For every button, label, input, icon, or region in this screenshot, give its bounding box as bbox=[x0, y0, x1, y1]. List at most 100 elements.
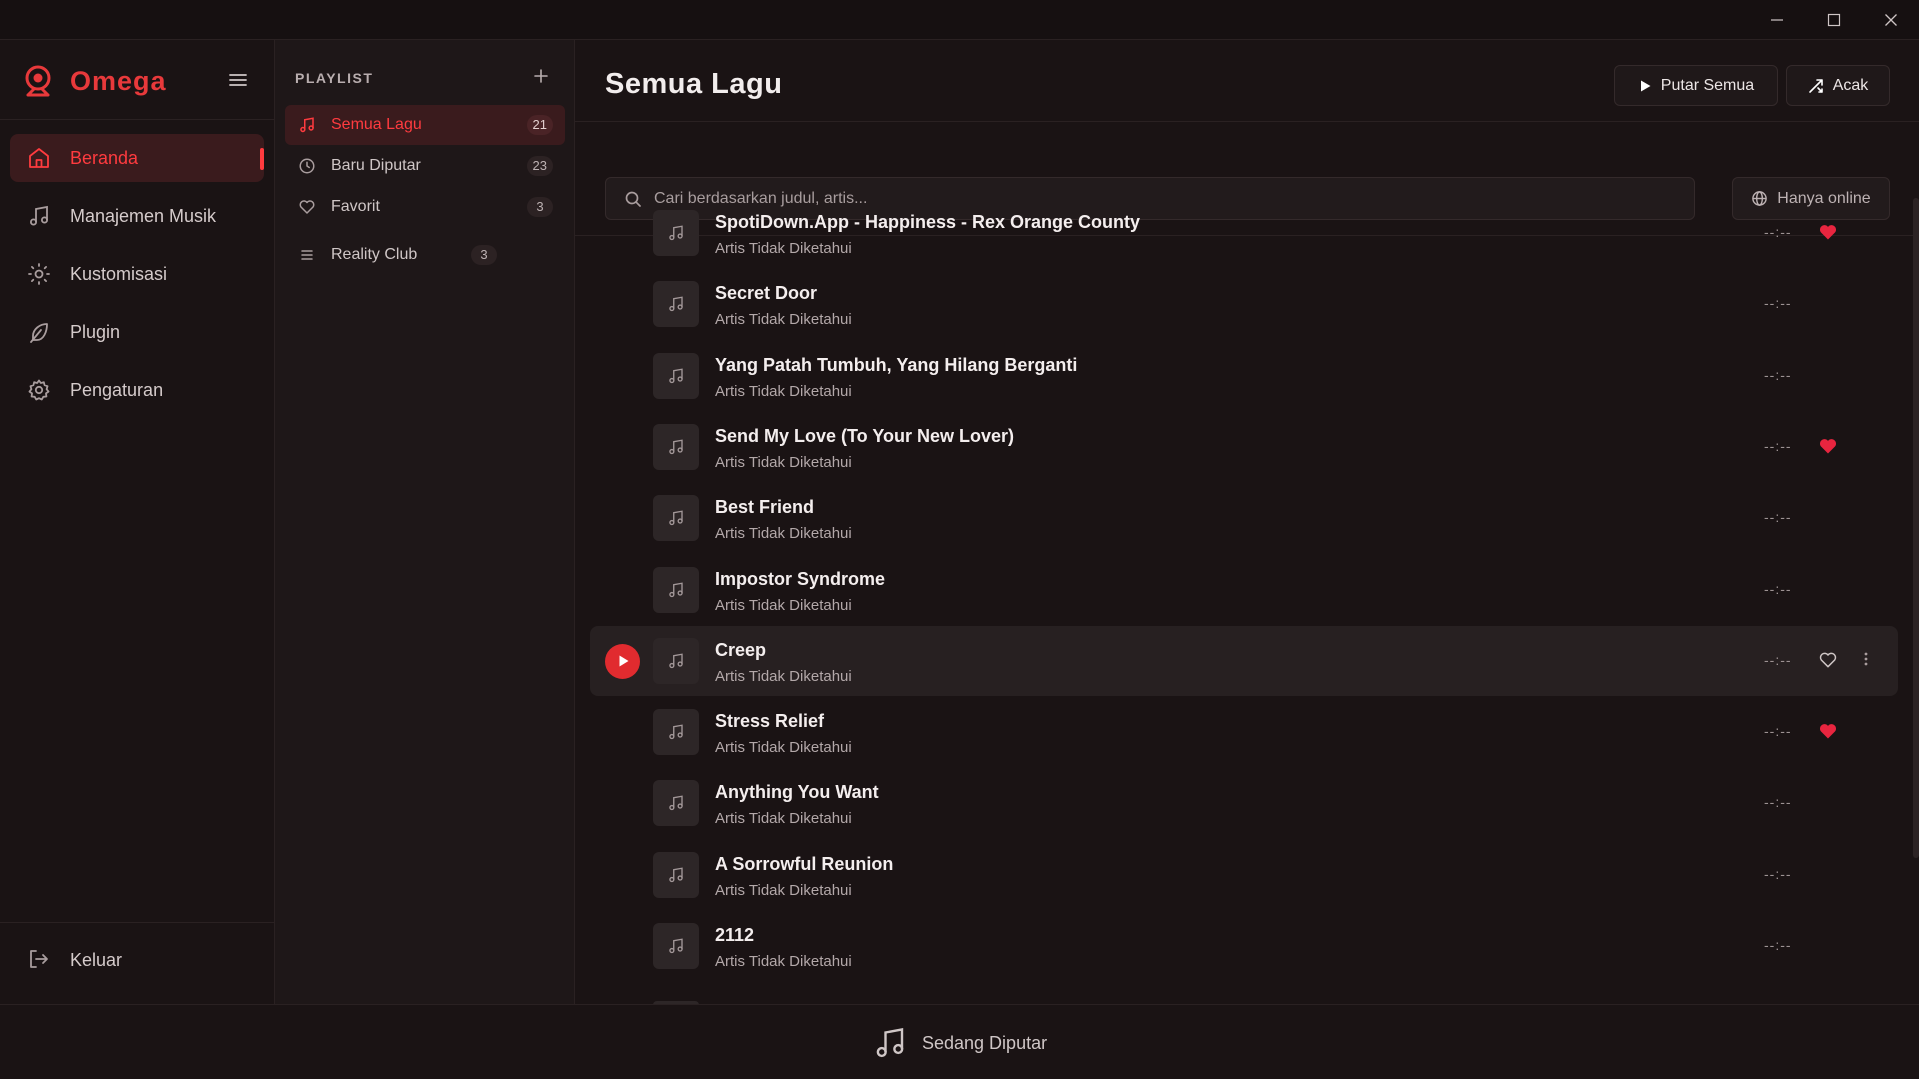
playlist-item-label: Reality Club bbox=[331, 246, 418, 263]
now-playing-bar[interactable]: Sedang Diputar bbox=[0, 1004, 1919, 1079]
song-row[interactable]: SpotiDown.App - Happiness - Rex Orange C… bbox=[590, 198, 1898, 268]
logout-label: Keluar bbox=[70, 949, 123, 970]
song-title: Stress Relief bbox=[715, 711, 825, 732]
play-all-button[interactable]: Putar Semua bbox=[1614, 65, 1778, 106]
song-duration: --:-- bbox=[1764, 937, 1792, 953]
close-icon[interactable] bbox=[1862, 0, 1919, 40]
playlist-count-badge: 3 bbox=[471, 245, 497, 265]
song-title: SpotiDown.App - Happiness - Rex Orange C… bbox=[715, 212, 1141, 232]
song-title: A Sorrowful Reunion bbox=[715, 853, 894, 874]
sidebar-nav: Beranda Manajemen Musik Kustomisasi Plug… bbox=[0, 120, 274, 414]
song-thumbnail bbox=[653, 851, 699, 898]
shuffle-button[interactable]: Acak bbox=[1786, 65, 1890, 106]
song-row[interactable]: Impostor Syndrome Artis Tidak Diketahui --… bbox=[590, 555, 1898, 625]
music-note-icon bbox=[667, 295, 685, 313]
song-row[interactable]: Secret Door Artis Tidak Diketahui --:-- bbox=[590, 269, 1898, 339]
app-name: Omega bbox=[70, 66, 167, 96]
minimize-icon[interactable] bbox=[1748, 0, 1805, 40]
music-note-icon bbox=[667, 794, 685, 812]
song-title: Anything You Want bbox=[715, 782, 879, 803]
sidebar-item-kustomisasi[interactable]: Kustomisasi bbox=[10, 250, 264, 298]
playlist-header: PLAYLIST bbox=[295, 70, 374, 86]
playlist-count-badge: 21 bbox=[526, 115, 553, 135]
playlist-item-label: Baru Diputar bbox=[331, 157, 421, 174]
now-playing-info: Sedang Diputar bbox=[872, 1025, 1047, 1061]
logout-section: Keluar bbox=[0, 922, 274, 1004]
favorite-heart-icon[interactable] bbox=[1818, 436, 1838, 456]
play-song-button[interactable] bbox=[605, 643, 640, 679]
playlist-item-label: Semua Lagu bbox=[331, 116, 422, 133]
sidebar-item-label: Plugin bbox=[70, 321, 121, 342]
menu-icon[interactable] bbox=[228, 72, 248, 88]
sidebar-item-label: Pengaturan bbox=[70, 379, 164, 400]
heart-icon[interactable] bbox=[1818, 650, 1838, 670]
shuffle-label: Acak bbox=[1832, 76, 1869, 94]
song-duration: --:-- bbox=[1764, 865, 1792, 882]
playlist-list: Semua Lagu 21 Baru Diputar 23 Favorit 3 … bbox=[285, 105, 565, 276]
song-thumbnail bbox=[653, 210, 699, 256]
song-artist: Artis Tidak Diketahui bbox=[715, 311, 852, 329]
add-playlist-icon[interactable] bbox=[533, 68, 549, 84]
sidebar-item-label: Manajemen Musik bbox=[70, 205, 217, 226]
sidebar-item-manajemen-musik[interactable]: Manajemen Musik bbox=[10, 192, 264, 240]
clock-icon bbox=[297, 156, 317, 176]
home-icon bbox=[26, 145, 52, 171]
song-duration: --:-- bbox=[1764, 509, 1792, 526]
main-content: Semua Lagu Putar Semua Acak Hanya online bbox=[575, 40, 1919, 1004]
song-artist: Artis Tidak Diketahui bbox=[715, 667, 852, 685]
sidebar-item-plugin[interactable]: Plugin bbox=[10, 308, 264, 356]
main-header: Semua Lagu Putar Semua Acak bbox=[575, 40, 1919, 122]
music-note-icon bbox=[667, 367, 685, 385]
sidebar-item-beranda[interactable]: Beranda bbox=[10, 134, 264, 182]
playlist-item-favorit[interactable]: Favorit 3 bbox=[285, 187, 565, 227]
song-thumbnail bbox=[653, 709, 699, 756]
song-title: Send My Love (To Your New Lover) bbox=[715, 425, 1015, 446]
song-artist: Artis Tidak Diketahui bbox=[715, 810, 852, 828]
playlist-item-label: Favorit bbox=[331, 198, 380, 215]
song-row[interactable]: 2112 Artis Tidak Diketahui --:-- bbox=[590, 911, 1898, 981]
scrollbar[interactable] bbox=[1913, 198, 1919, 858]
song-thumbnail bbox=[653, 352, 699, 399]
song-row[interactable]: Send My Love (To Your New Lover) Artis Ti… bbox=[590, 412, 1898, 482]
sidebar: Omega Beranda Manajemen Musik Kustomisas… bbox=[0, 40, 275, 1004]
more-options-icon[interactable] bbox=[1864, 651, 1868, 667]
sidebar-item-pengaturan[interactable]: Pengaturan bbox=[10, 366, 264, 414]
music-note-icon bbox=[26, 203, 52, 229]
song-row[interactable]: Anything You Want Artis Tidak Diketahui --… bbox=[590, 768, 1898, 838]
song-thumbnail bbox=[653, 637, 699, 684]
song-row[interactable]: Best Friend Artis Tidak Diketahui --:-- bbox=[590, 483, 1898, 553]
logout-button[interactable]: Keluar bbox=[26, 947, 122, 973]
song-artist: Artis Tidak Diketahui bbox=[715, 453, 852, 471]
favorite-heart-icon[interactable] bbox=[1818, 721, 1838, 741]
playlist-item-baru-diputar[interactable]: Baru Diputar 23 bbox=[285, 146, 565, 186]
playlist-item-reality-club[interactable]: Reality Club 3 bbox=[285, 235, 565, 275]
heart-icon bbox=[297, 197, 317, 217]
song-row[interactable]: Creep Artis Tidak Diketahui --:-- bbox=[590, 625, 1898, 696]
sidebar-item-label: Beranda bbox=[70, 147, 139, 168]
music-note-icon bbox=[667, 224, 685, 242]
song-title: Creep bbox=[715, 639, 767, 660]
omega-logo-icon bbox=[22, 64, 54, 98]
song-row[interactable]: Stress Relief Artis Tidak Diketahui --:-- bbox=[590, 697, 1898, 767]
list-icon bbox=[297, 245, 317, 265]
song-title: Secret Door bbox=[715, 283, 818, 304]
song-duration: --:-- bbox=[1764, 794, 1792, 811]
song-thumbnail bbox=[653, 780, 699, 827]
favorite-heart-icon[interactable] bbox=[1818, 222, 1838, 242]
song-duration: --:-- bbox=[1764, 224, 1792, 240]
song-thumbnail bbox=[653, 281, 699, 328]
now-playing-label: Sedang Diputar bbox=[922, 1032, 1048, 1053]
maximize-icon[interactable] bbox=[1805, 0, 1862, 40]
playlist-item-semua-lagu[interactable]: Semua Lagu 21 bbox=[285, 105, 565, 145]
brand: Omega bbox=[0, 40, 274, 120]
song-title: Impostor Syndrome bbox=[715, 568, 886, 589]
song-duration: --:-- bbox=[1764, 580, 1792, 597]
song-duration: --:-- bbox=[1764, 437, 1792, 454]
song-row[interactable]: A Sorrowful Reunion Artis Tidak Diketahui… bbox=[590, 840, 1898, 910]
song-duration: --:-- bbox=[1764, 366, 1792, 383]
song-row[interactable]: Yang Patah Tumbuh, Yang Hilang Berganti A… bbox=[590, 341, 1898, 411]
song-list: SpotiDown.App - Happiness - Rex Orange C… bbox=[575, 198, 1919, 1004]
gear-icon bbox=[26, 377, 52, 403]
feather-icon bbox=[26, 319, 52, 345]
window-controls bbox=[1748, 0, 1919, 40]
